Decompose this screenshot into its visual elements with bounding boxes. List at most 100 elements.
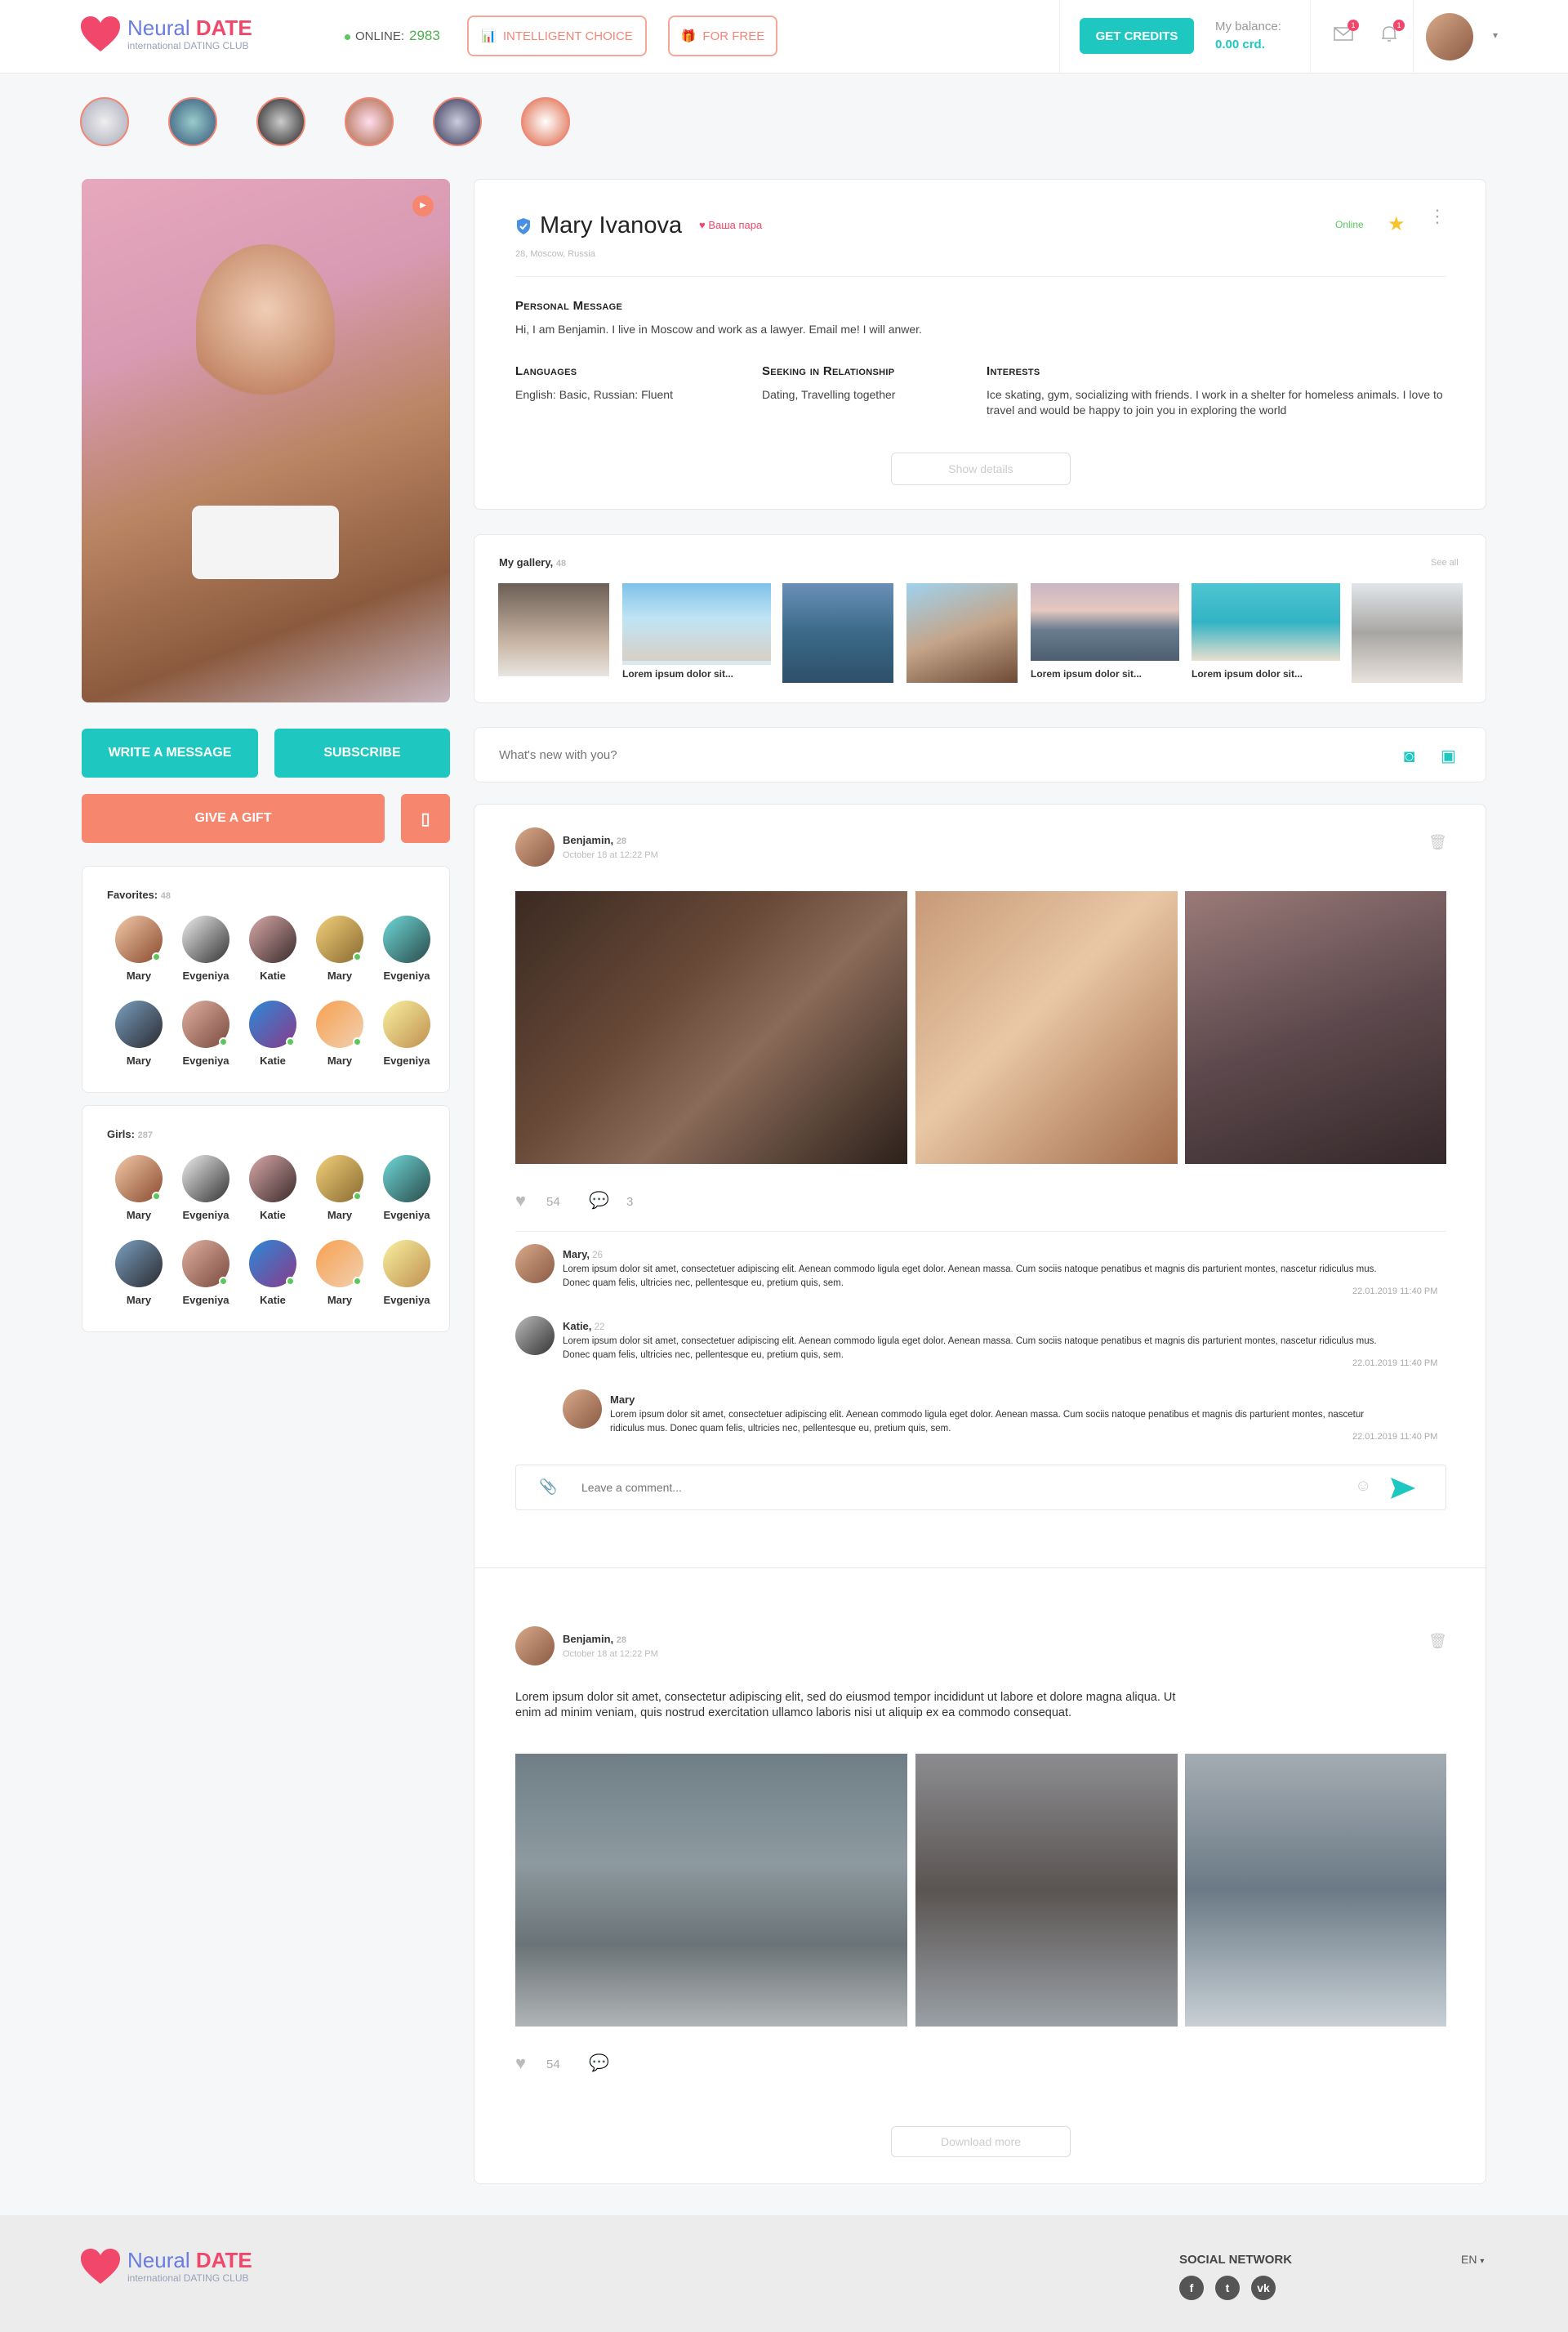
person-tile[interactable]: Evgeniya	[173, 1155, 238, 1221]
post-composer[interactable]: ◙ ▣	[474, 727, 1486, 783]
comment-bubble-icon[interactable]: 💬	[589, 1190, 609, 1211]
for-free-button[interactable]: 🎁 FOR FREE	[668, 16, 777, 56]
emoji-icon[interactable]: ☺	[1355, 1477, 1371, 1496]
story-avatar[interactable]	[521, 97, 570, 146]
comment-avatar[interactable]	[515, 1316, 555, 1355]
bell-icon[interactable]: 1	[1379, 20, 1405, 47]
profile-photo[interactable]: ▶	[82, 179, 450, 702]
person-tile[interactable]: Mary	[106, 916, 172, 982]
story-avatar[interactable]	[345, 97, 394, 146]
post-photo[interactable]	[515, 891, 907, 1164]
send-icon[interactable]	[1390, 1477, 1416, 1500]
chart-icon: 📊	[481, 29, 497, 43]
person-tile[interactable]: Mary	[307, 1155, 372, 1221]
reply-avatar[interactable]	[563, 1389, 602, 1429]
person-tile[interactable]: Katie	[240, 1240, 305, 1306]
person-tile[interactable]: Katie	[240, 1001, 305, 1067]
video-icon[interactable]: ▣	[1441, 746, 1456, 766]
composer-input[interactable]	[499, 742, 1316, 767]
person-tile[interactable]: Mary	[106, 1155, 172, 1221]
twitter-icon[interactable]: t	[1215, 2276, 1240, 2300]
comment-box[interactable]: 📎 ☺	[515, 1465, 1446, 1510]
person-tile[interactable]: Katie	[240, 916, 305, 982]
person-avatar	[182, 1240, 229, 1287]
paperclip-icon[interactable]: 📎	[539, 1478, 557, 1496]
match-badge[interactable]: ♥ Ваша пара	[699, 219, 762, 231]
person-tile[interactable]: Evgeniya	[374, 1155, 439, 1221]
logo-name-a: Neural	[127, 2248, 196, 2272]
favorites-heading: Favorites: 48	[107, 889, 171, 901]
star-icon[interactable]: ★	[1388, 212, 1405, 236]
post-photo[interactable]	[915, 891, 1178, 1164]
gallery-caption	[498, 676, 609, 683]
like-heart-icon[interactable]: ♥	[515, 2053, 526, 2074]
intelligent-choice-button[interactable]: 📊 INTELLIGENT CHOICE	[467, 16, 647, 56]
person-avatar	[249, 1155, 296, 1202]
post-author[interactable]: Benjamin, 28	[563, 1633, 626, 1645]
footer-logo[interactable]: Neural DATE international DATING CLUB	[80, 2248, 252, 2285]
comment-avatar[interactable]	[515, 1244, 555, 1283]
post-author-avatar[interactable]	[515, 827, 555, 867]
language-select[interactable]: EN ▾	[1461, 2253, 1484, 2266]
person-tile[interactable]: Evgeniya	[374, 1001, 439, 1067]
person-tile[interactable]: Mary	[106, 1240, 172, 1306]
girls-heading: Girls: 287	[107, 1128, 153, 1140]
story-avatar[interactable]	[433, 97, 482, 146]
post-photo[interactable]	[1185, 1754, 1446, 2027]
chevron-down-icon[interactable]: ▾	[1493, 29, 1498, 41]
give-gift-button[interactable]: GIVE A GIFT	[82, 794, 385, 843]
person-tile[interactable]: Evgeniya	[173, 1001, 238, 1067]
logo-tagline: international DATING CLUB	[127, 40, 249, 51]
story-avatar[interactable]	[256, 97, 305, 146]
show-details-button[interactable]: Show details	[891, 453, 1071, 485]
gallery-thumb[interactable]: Lorem ipsum dolor sit...	[622, 583, 771, 683]
post-photo[interactable]	[915, 1754, 1178, 2027]
personal-message-heading: Personal Message	[515, 299, 623, 313]
person-tile[interactable]: Evgeniya	[374, 1240, 439, 1306]
gallery-title: My gallery,	[499, 556, 554, 569]
profile-meta-text: 28, Moscow, Russia	[515, 249, 595, 259]
gallery-thumb[interactable]: Lorem ipsum dolor sit...	[1192, 583, 1340, 683]
gallery-thumb[interactable]	[1352, 583, 1463, 683]
like-heart-icon[interactable]: ♥	[515, 1190, 526, 1211]
person-tile[interactable]: Mary	[307, 916, 372, 982]
person-tile[interactable]: Evgeniya	[173, 1240, 238, 1306]
person-tile[interactable]: Evgeniya	[173, 916, 238, 982]
see-all-link[interactable]: See all	[1431, 558, 1459, 568]
comment-bubble-icon[interactable]: 💬	[589, 2053, 609, 2073]
get-credits-button[interactable]: GET CREDITS	[1080, 18, 1194, 54]
subscribe-button[interactable]: SUBSCRIBE	[274, 729, 450, 778]
story-avatar[interactable]	[80, 97, 129, 146]
gallery-thumb[interactable]	[782, 583, 893, 683]
gallery-thumb[interactable]: Lorem ipsum dolor sit...	[1031, 583, 1179, 683]
person-tile[interactable]: Mary	[307, 1240, 372, 1306]
download-more-button[interactable]: Download more	[891, 2126, 1071, 2157]
post-author-avatar[interactable]	[515, 1626, 555, 1665]
logo[interactable]: Neural DATE international DATING CLUB	[80, 16, 252, 53]
person-tile[interactable]: Mary	[307, 1001, 372, 1067]
post-author[interactable]: Benjamin, 28	[563, 834, 626, 846]
phone-icon[interactable]: ▯	[401, 794, 450, 843]
camera-icon[interactable]: ◙	[1404, 746, 1414, 767]
person-name: Evgeniya	[383, 1209, 430, 1221]
trash-icon[interactable]: 🗑	[1428, 1633, 1447, 1650]
play-video-icon[interactable]: ▶	[412, 195, 434, 216]
person-tile[interactable]: Katie	[240, 1155, 305, 1221]
user-avatar[interactable]	[1426, 13, 1473, 60]
story-avatar[interactable]	[168, 97, 217, 146]
post-photo[interactable]	[1185, 891, 1446, 1164]
person-tile[interactable]: Mary	[106, 1001, 172, 1067]
post-photo[interactable]	[515, 1754, 907, 2027]
comment-input[interactable]	[581, 1477, 1316, 1498]
person-tile[interactable]: Evgeniya	[374, 916, 439, 982]
facebook-icon[interactable]: f	[1179, 2276, 1204, 2300]
write-message-button[interactable]: WRITE A MESSAGE	[82, 729, 258, 778]
gallery-thumb[interactable]	[498, 583, 609, 683]
person-avatar	[249, 1240, 296, 1287]
likes-count: 54	[546, 1195, 560, 1209]
more-vertical-icon[interactable]: ⋮	[1428, 207, 1446, 225]
mail-icon[interactable]: 1	[1333, 20, 1359, 47]
trash-icon[interactable]: 🗑	[1428, 834, 1447, 851]
vk-icon[interactable]: vk	[1251, 2276, 1276, 2300]
gallery-thumb[interactable]	[906, 583, 1018, 683]
